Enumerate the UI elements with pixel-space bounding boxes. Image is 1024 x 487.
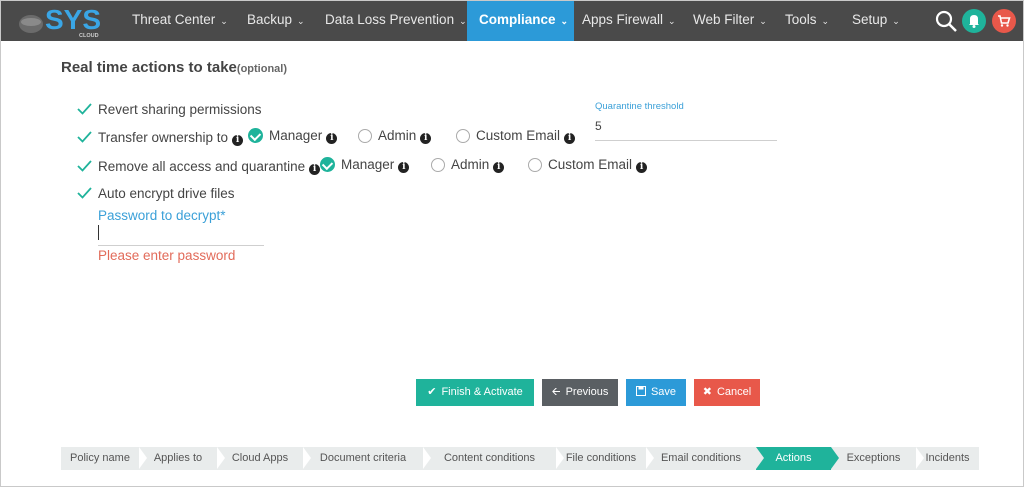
syscloud-logo[interactable]: SYS CLOUD xyxy=(17,4,107,39)
step-actions[interactable]: Actions xyxy=(756,447,831,470)
finish-activate-button[interactable]: ✔ Finish & Activate xyxy=(416,379,534,406)
radio-remove-manager[interactable]: Manager i xyxy=(320,157,410,173)
info-icon[interactable]: i xyxy=(398,162,410,173)
chevron-down-icon: ⌄ xyxy=(220,16,228,26)
radio-remove-custom-email[interactable]: Custom Email i xyxy=(528,157,648,173)
nav-data-loss-prevention[interactable]: Data Loss Prevention ⌄ xyxy=(317,1,475,41)
info-icon[interactable]: i xyxy=(420,133,432,144)
info-icon[interactable]: i xyxy=(564,133,576,144)
cart-icon[interactable] xyxy=(992,9,1016,33)
step-applies-to[interactable]: Applies to xyxy=(139,447,217,470)
bell-icon[interactable] xyxy=(962,9,986,33)
action-label: Auto encrypt drive files xyxy=(98,186,235,201)
arrow-left-icon: 🡨 xyxy=(551,386,561,398)
chevron-down-icon: ⌄ xyxy=(668,16,676,26)
previous-button[interactable]: 🡨 Previous xyxy=(542,379,618,406)
radio-remove-admin[interactable]: Admin i xyxy=(431,157,505,173)
wizard-steps: Policy name Applies to Cloud Apps Docume… xyxy=(61,447,979,470)
checkmark-icon[interactable] xyxy=(76,157,93,174)
radio-unchecked-icon xyxy=(358,129,372,143)
nav-backup[interactable]: Backup ⌄ xyxy=(239,1,313,41)
checkmark-icon[interactable] xyxy=(76,100,93,117)
chevron-down-icon: ⌄ xyxy=(560,16,569,26)
radio-checked-icon xyxy=(320,157,335,172)
info-icon[interactable]: i xyxy=(232,135,244,146)
top-nav-bar: SYS CLOUD Threat Center ⌄ Backup ⌄ Data Lo… xyxy=(1,1,1023,41)
step-separator xyxy=(916,447,924,469)
password-label: Password to decrypt* xyxy=(98,208,226,223)
radio-transfer-manager[interactable]: Manager i xyxy=(248,128,338,144)
password-underline xyxy=(98,245,264,246)
nav-threat-center[interactable]: Threat Center ⌄ xyxy=(124,1,236,41)
close-icon: ✖ xyxy=(702,386,712,398)
cancel-button[interactable]: ✖ Cancel xyxy=(694,379,760,406)
nav-apps-firewall[interactable]: Apps Firewall ⌄ xyxy=(574,1,684,41)
radio-unchecked-icon xyxy=(528,158,542,172)
info-icon[interactable]: i xyxy=(493,162,505,173)
app-frame: SYS CLOUD Threat Center ⌄ Backup ⌄ Data Lo… xyxy=(0,0,1024,487)
action-label: Remove all access and quarantine xyxy=(98,159,306,174)
action-label: Revert sharing permissions xyxy=(98,102,262,117)
radio-unchecked-icon xyxy=(431,158,445,172)
step-cloud-apps[interactable]: Cloud Apps xyxy=(217,447,303,470)
step-separator xyxy=(556,447,564,469)
svg-text:CLOUD: CLOUD xyxy=(79,33,99,38)
radio-unchecked-icon xyxy=(456,129,470,143)
radio-transfer-custom-email[interactable]: Custom Email i xyxy=(456,128,576,144)
quarantine-threshold-underline xyxy=(595,140,777,141)
checkmark-icon[interactable] xyxy=(76,128,93,145)
step-document-criteria[interactable]: Document criteria xyxy=(303,447,423,470)
step-separator xyxy=(217,447,225,469)
chevron-down-icon: ⌄ xyxy=(297,16,305,26)
chevron-down-icon: ⌄ xyxy=(821,16,830,26)
password-input[interactable] xyxy=(98,225,99,240)
info-icon[interactable]: i xyxy=(326,133,338,144)
step-separator xyxy=(139,447,147,469)
nav-compliance[interactable]: Compliance ⌄ xyxy=(467,1,574,41)
step-separator xyxy=(756,447,764,469)
action-revert-sharing[interactable]: Revert sharing permissions xyxy=(76,100,262,120)
quarantine-threshold-input[interactable]: 5 xyxy=(595,119,602,133)
save-button[interactable]: Save xyxy=(626,379,686,406)
nav-web-filter[interactable]: Web Filter ⌄ xyxy=(685,1,775,41)
action-auto-encrypt[interactable]: Auto encrypt drive files xyxy=(76,184,235,204)
step-separator xyxy=(303,447,311,469)
radio-transfer-admin[interactable]: Admin i xyxy=(358,128,432,144)
password-error: Please enter password xyxy=(98,248,236,263)
chevron-down-icon: ⌄ xyxy=(759,16,767,26)
step-file-conditions[interactable]: File conditions xyxy=(556,447,646,470)
action-label: Transfer ownership to xyxy=(98,130,229,145)
search-icon[interactable] xyxy=(934,9,958,33)
step-email-conditions[interactable]: Email conditions xyxy=(646,447,756,470)
radio-checked-icon xyxy=(248,128,263,143)
step-content-conditions[interactable]: Content conditions xyxy=(423,447,556,470)
info-icon[interactable]: i xyxy=(636,162,648,173)
step-policy-name[interactable]: Policy name xyxy=(61,447,139,470)
action-transfer-ownership: Transfer ownership to i Manager i Admin i C… xyxy=(76,128,586,148)
chevron-down-icon: ⌄ xyxy=(459,16,467,26)
action-remove-quarantine: Remove all access and quarantine i Manage… xyxy=(76,157,656,177)
step-separator xyxy=(646,447,654,469)
checkmark-icon[interactable] xyxy=(76,184,93,201)
quarantine-threshold-label: Quarantine threshold xyxy=(595,101,684,112)
nav-setup[interactable]: Setup ⌄ xyxy=(844,1,908,41)
info-icon[interactable]: i xyxy=(309,164,321,175)
check-icon: ✔ xyxy=(427,386,437,398)
step-exceptions[interactable]: Exceptions xyxy=(831,447,916,470)
step-separator xyxy=(831,447,839,469)
step-separator xyxy=(423,447,431,469)
svg-text:SYS: SYS xyxy=(45,4,101,35)
chevron-down-icon: ⌄ xyxy=(892,16,900,26)
floppy-icon xyxy=(635,386,646,398)
nav-tools[interactable]: Tools ⌄ xyxy=(777,1,837,41)
step-incidents[interactable]: Incidents xyxy=(916,447,979,470)
section-title: Real time actions to take(optional) xyxy=(61,59,288,76)
